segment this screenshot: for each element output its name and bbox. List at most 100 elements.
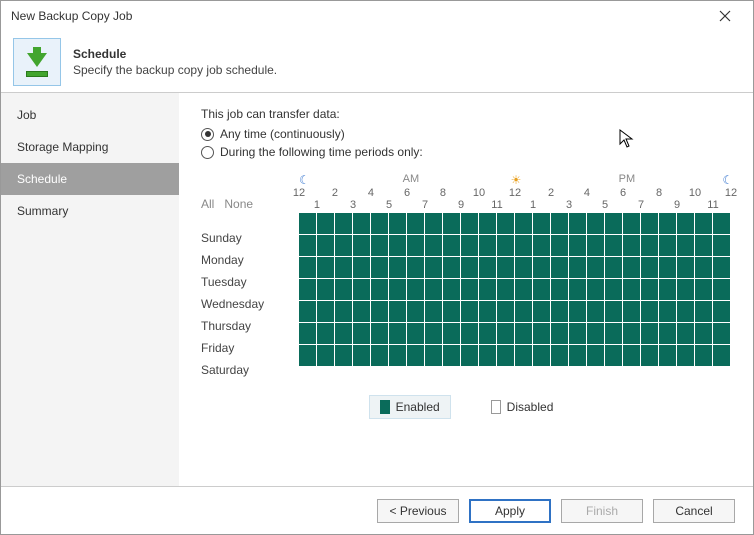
legend-enabled[interactable]: Enabled — [369, 395, 451, 419]
schedule-cell[interactable] — [479, 279, 497, 301]
schedule-cell[interactable] — [299, 323, 317, 345]
schedule-cell[interactable] — [677, 301, 695, 323]
schedule-row[interactable] — [299, 323, 731, 345]
schedule-cell[interactable] — [515, 345, 533, 367]
schedule-cell[interactable] — [299, 257, 317, 279]
schedule-cell[interactable] — [389, 301, 407, 323]
schedule-cell[interactable] — [641, 301, 659, 323]
schedule-cell[interactable] — [461, 345, 479, 367]
schedule-cell[interactable] — [407, 323, 425, 345]
schedule-cell[interactable] — [335, 213, 353, 235]
schedule-cell[interactable] — [569, 301, 587, 323]
schedule-cell[interactable] — [515, 213, 533, 235]
schedule-cell[interactable] — [497, 235, 515, 257]
schedule-cell[interactable] — [299, 279, 317, 301]
schedule-cell[interactable] — [587, 323, 605, 345]
schedule-cell[interactable] — [407, 301, 425, 323]
schedule-cell[interactable] — [677, 345, 695, 367]
schedule-cell[interactable] — [443, 213, 461, 235]
schedule-cell[interactable] — [479, 301, 497, 323]
schedule-cell[interactable] — [335, 257, 353, 279]
schedule-cell[interactable] — [623, 213, 641, 235]
apply-button[interactable]: Apply — [469, 499, 551, 523]
schedule-cell[interactable] — [407, 213, 425, 235]
schedule-cell[interactable] — [569, 257, 587, 279]
schedule-cell[interactable] — [695, 235, 713, 257]
schedule-cell[interactable] — [353, 213, 371, 235]
schedule-cell[interactable] — [389, 213, 407, 235]
schedule-row[interactable] — [299, 301, 731, 323]
schedule-cell[interactable] — [425, 279, 443, 301]
schedule-cell[interactable] — [299, 213, 317, 235]
legend-disabled[interactable]: Disabled — [481, 396, 564, 418]
schedule-cell[interactable] — [497, 257, 515, 279]
schedule-cell[interactable] — [461, 301, 479, 323]
schedule-cell[interactable] — [299, 345, 317, 367]
schedule-cell[interactable] — [443, 323, 461, 345]
schedule-cell[interactable] — [317, 235, 335, 257]
schedule-cell[interactable] — [623, 257, 641, 279]
schedule-cell[interactable] — [551, 235, 569, 257]
schedule-cell[interactable] — [569, 279, 587, 301]
cancel-button[interactable]: Cancel — [653, 499, 735, 523]
schedule-cell[interactable] — [641, 213, 659, 235]
schedule-cell[interactable] — [317, 279, 335, 301]
schedule-cell[interactable] — [533, 279, 551, 301]
schedule-cell[interactable] — [371, 213, 389, 235]
close-button[interactable] — [705, 1, 745, 31]
schedule-cell[interactable] — [641, 257, 659, 279]
schedule-cell[interactable] — [461, 235, 479, 257]
schedule-cell[interactable] — [587, 257, 605, 279]
schedule-cell[interactable] — [317, 345, 335, 367]
schedule-cell[interactable] — [443, 301, 461, 323]
sidebar-item-job[interactable]: Job — [1, 99, 179, 131]
schedule-cell[interactable] — [371, 257, 389, 279]
schedule-cell[interactable] — [623, 279, 641, 301]
schedule-cell[interactable] — [461, 213, 479, 235]
schedule-row[interactable] — [299, 279, 731, 301]
schedule-cell[interactable] — [497, 345, 515, 367]
sidebar-item-storage-mapping[interactable]: Storage Mapping — [1, 131, 179, 163]
schedule-cell[interactable] — [407, 257, 425, 279]
day-label[interactable]: Monday — [201, 249, 299, 271]
schedule-cell[interactable] — [605, 279, 623, 301]
schedule-cell[interactable] — [623, 301, 641, 323]
schedule-cell[interactable] — [587, 235, 605, 257]
schedule-cell[interactable] — [371, 235, 389, 257]
schedule-cell[interactable] — [425, 257, 443, 279]
schedule-cell[interactable] — [533, 345, 551, 367]
schedule-cell[interactable] — [659, 301, 677, 323]
schedule-cell[interactable] — [353, 301, 371, 323]
schedule-cell[interactable] — [353, 257, 371, 279]
schedule-cell[interactable] — [677, 257, 695, 279]
day-label[interactable]: Sunday — [201, 227, 299, 249]
schedule-cell[interactable] — [425, 213, 443, 235]
schedule-cell[interactable] — [389, 323, 407, 345]
schedule-cell[interactable] — [551, 279, 569, 301]
day-label[interactable]: Tuesday — [201, 271, 299, 293]
schedule-cell[interactable] — [425, 323, 443, 345]
schedule-cell[interactable] — [713, 213, 731, 235]
sidebar-item-summary[interactable]: Summary — [1, 195, 179, 227]
schedule-row[interactable] — [299, 345, 731, 367]
schedule-cell[interactable] — [497, 301, 515, 323]
schedule-cell[interactable] — [551, 257, 569, 279]
schedule-cell[interactable] — [695, 323, 713, 345]
schedule-cell[interactable] — [497, 279, 515, 301]
schedule-cell[interactable] — [389, 279, 407, 301]
schedule-cell[interactable] — [569, 323, 587, 345]
schedule-cell[interactable] — [569, 213, 587, 235]
schedule-cell[interactable] — [551, 213, 569, 235]
schedule-cell[interactable] — [407, 279, 425, 301]
schedule-cell[interactable] — [605, 257, 623, 279]
schedule-cell[interactable] — [515, 257, 533, 279]
schedule-cell[interactable] — [317, 257, 335, 279]
schedule-cell[interactable] — [677, 279, 695, 301]
schedule-row[interactable] — [299, 257, 731, 279]
day-label[interactable]: Thursday — [201, 315, 299, 337]
schedule-cell[interactable] — [443, 235, 461, 257]
schedule-cell[interactable] — [389, 257, 407, 279]
schedule-row[interactable] — [299, 235, 731, 257]
schedule-cell[interactable] — [713, 235, 731, 257]
schedule-cell[interactable] — [605, 323, 623, 345]
